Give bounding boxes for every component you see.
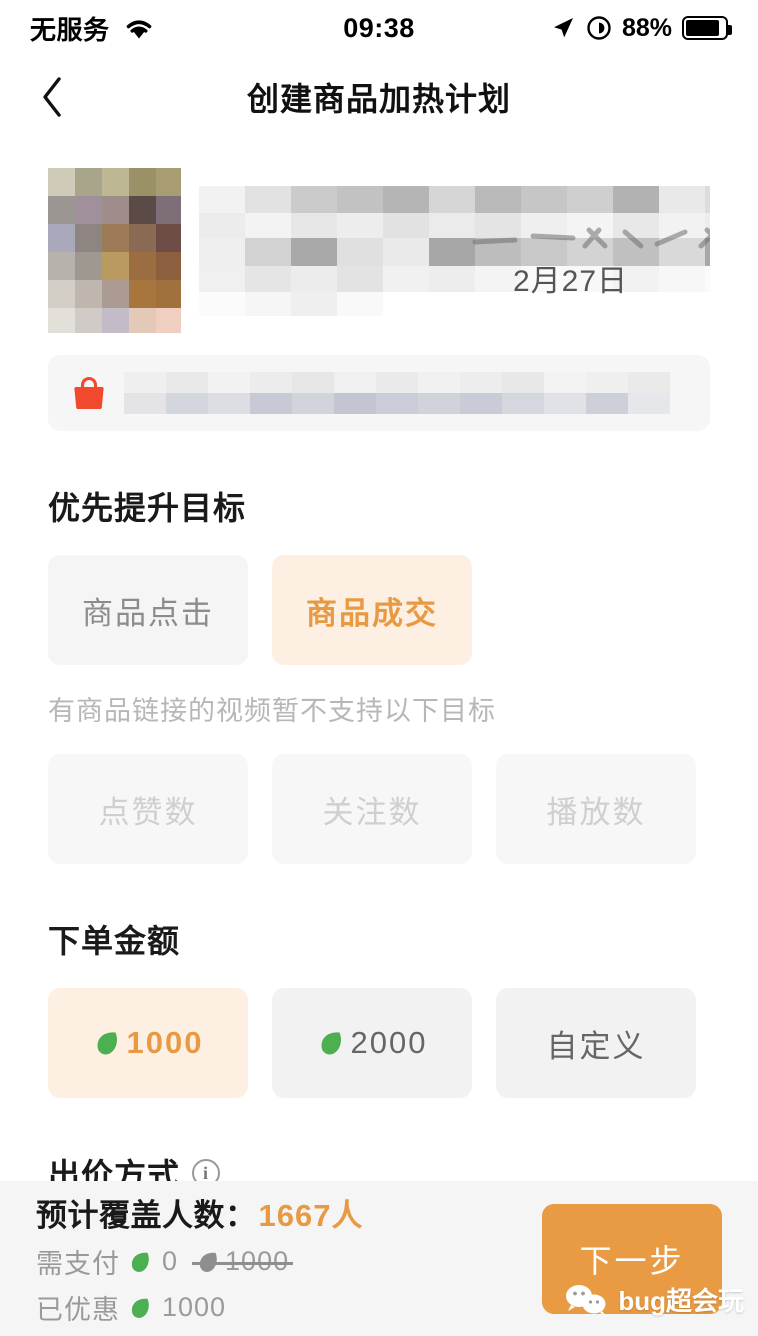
nav-bar: 创建商品加热计划 bbox=[0, 56, 758, 138]
goal-option-follows: 关注数 bbox=[272, 754, 472, 864]
battery-icon bbox=[682, 16, 732, 40]
video-thumbnail bbox=[48, 168, 181, 333]
video-meta-censored: 2月27日 bbox=[181, 168, 710, 333]
amount-option-content: 1000 bbox=[93, 1025, 204, 1061]
status-bar-left: 无服务 bbox=[30, 10, 156, 47]
amount-section-title-text: 下单金额 bbox=[48, 923, 181, 959]
goal-option-product-click[interactable]: 商品点击 bbox=[48, 555, 248, 665]
estimated-reach-row: 预计覆盖人数： 1667人 bbox=[36, 1190, 532, 1235]
estimated-reach-value: 1667人 bbox=[258, 1198, 364, 1233]
carrier-label: 无服务 bbox=[30, 14, 110, 45]
amount-option-label: 1000 bbox=[126, 1025, 204, 1060]
amount-option-label: 自定义 bbox=[546, 1028, 646, 1064]
goal-option-likes: 点赞数 bbox=[48, 754, 248, 864]
next-step-button[interactable]: 下一步 bbox=[542, 1203, 722, 1314]
amount-option-content: 2000 bbox=[317, 1025, 428, 1061]
goal-option-label: 商品成交 bbox=[306, 595, 438, 631]
status-bar: 无服务 09:38 88% bbox=[0, 0, 758, 56]
page-title: 创建商品加热计划 bbox=[246, 81, 511, 117]
back-button[interactable] bbox=[30, 75, 74, 119]
amount-option-2000[interactable]: 2000 bbox=[272, 988, 472, 1098]
goal-option-label: 关注数 bbox=[322, 794, 422, 830]
dou-coin-icon bbox=[96, 1032, 117, 1055]
amount-options-row: 1000 2000 自定义 bbox=[48, 988, 710, 1098]
discount-label: 已优惠 bbox=[36, 1295, 120, 1325]
goal-section-hint: 有商品链接的视频暂不支持以下目标 bbox=[48, 696, 496, 726]
chevron-left-icon bbox=[43, 77, 61, 117]
amount-section-title: 下单金额 bbox=[48, 916, 710, 962]
goal-section-title-text: 优先提升目标 bbox=[48, 490, 247, 526]
dou-coin-icon bbox=[131, 1252, 149, 1272]
goal-options-row: 商品点击 商品成交 bbox=[48, 555, 710, 665]
video-preview-card[interactable]: 2月27日 bbox=[48, 168, 710, 333]
amount-section: 下单金额 1000 2000 自定义 bbox=[48, 916, 710, 1098]
goal-option-plays: 播放数 bbox=[496, 754, 696, 864]
main-content: 2月27日 优先提升目标 商品点击 商品成交 有商品链接的视频暂不支持以下目标 … bbox=[0, 168, 758, 1196]
goal-option-product-order[interactable]: 商品成交 bbox=[272, 555, 472, 665]
product-link-text-censored bbox=[124, 372, 686, 414]
payment-row: 需支付 0 1000 bbox=[36, 1242, 532, 1281]
estimated-reach-label: 预计覆盖人数： bbox=[36, 1198, 257, 1233]
shopping-bag-icon bbox=[74, 376, 104, 410]
discount-value: 1000 bbox=[162, 1292, 227, 1322]
censor-scribble-icon bbox=[472, 227, 710, 249]
video-date-label: 2月27日 bbox=[513, 265, 629, 298]
app-screen: 无服务 09:38 88% 创建商品加热计划 2月27日 优先提升目标 商品点击… bbox=[0, 0, 758, 1336]
goal-option-label: 商品点击 bbox=[82, 595, 214, 631]
bottom-action-bar: 预计覆盖人数： 1667人 需支付 0 1000 已优惠 1000 下一步 bbox=[0, 1181, 758, 1336]
payment-value: 0 bbox=[162, 1246, 179, 1276]
dou-coin-icon bbox=[131, 1298, 149, 1318]
product-link-row[interactable] bbox=[48, 355, 710, 431]
goal-option-label: 点赞数 bbox=[98, 794, 198, 830]
amount-option-1000[interactable]: 1000 bbox=[48, 988, 248, 1098]
rotation-lock-icon bbox=[587, 16, 611, 40]
discount-row: 已优惠 1000 bbox=[36, 1288, 532, 1327]
location-arrow-icon bbox=[553, 18, 573, 38]
next-step-label: 下一步 bbox=[579, 1242, 685, 1279]
payment-label: 需支付 bbox=[36, 1249, 120, 1279]
payment-original-price: 1000 bbox=[192, 1246, 294, 1277]
battery-percent-label: 88% bbox=[621, 13, 672, 42]
goal-section: 优先提升目标 商品点击 商品成交 有商品链接的视频暂不支持以下目标 点赞数 关注… bbox=[48, 483, 710, 864]
goal-section-title: 优先提升目标 bbox=[48, 483, 710, 529]
dou-coin-icon bbox=[320, 1032, 341, 1055]
wifi-icon bbox=[126, 20, 151, 39]
goal-disabled-options-row: 点赞数 关注数 播放数 bbox=[48, 754, 710, 864]
status-bar-right: 88% bbox=[550, 13, 732, 43]
strikethrough-line bbox=[192, 1262, 294, 1265]
amount-option-custom[interactable]: 自定义 bbox=[496, 988, 696, 1098]
bottom-summary: 预计覆盖人数： 1667人 需支付 0 1000 已优惠 1000 bbox=[36, 1190, 532, 1327]
amount-option-label: 2000 bbox=[350, 1025, 428, 1060]
goal-option-label: 播放数 bbox=[546, 794, 646, 830]
